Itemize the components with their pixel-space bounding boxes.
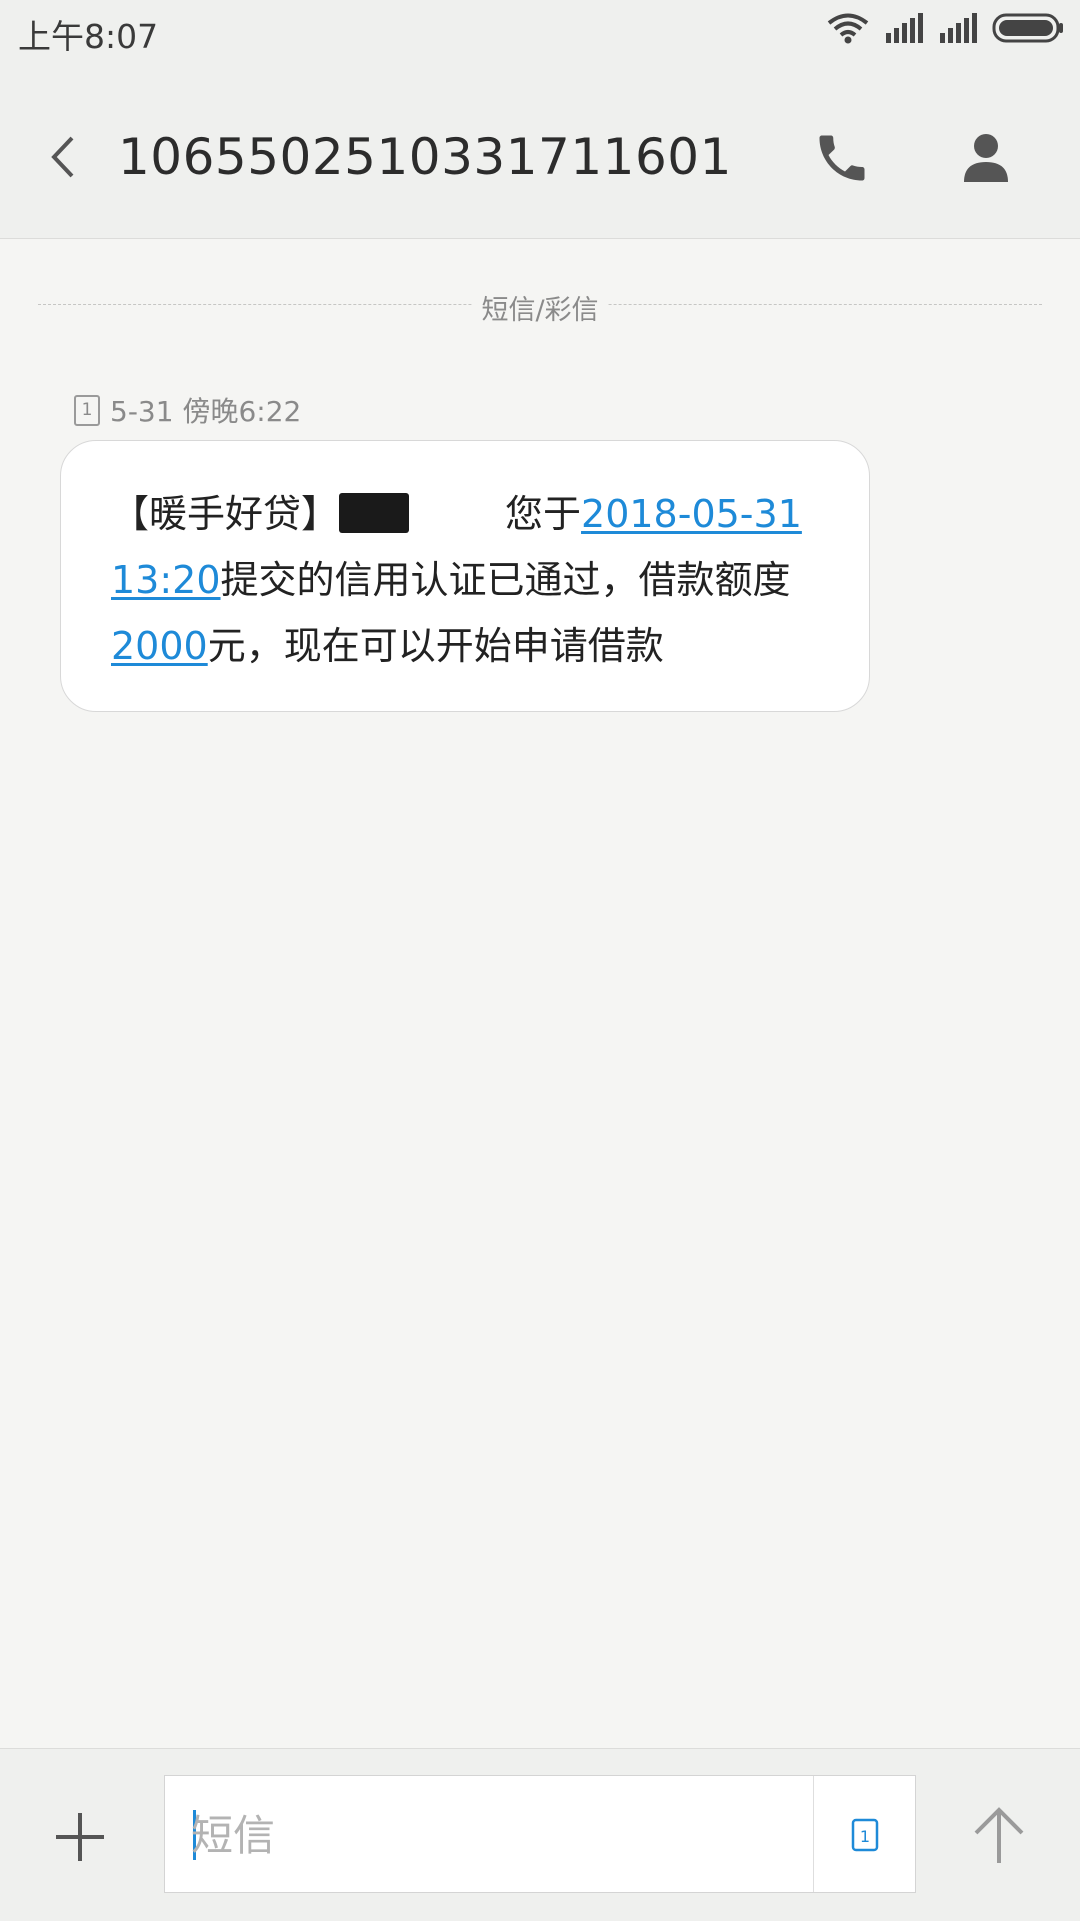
message-bubble[interactable]: 【暖手好贷】 您于2018-05-31 13:20提交的信用认证已通过，借款额度2… <box>60 440 870 712</box>
message-input-container: 1 <box>164 1775 916 1894</box>
message-meta: 1 5-31 傍晚6:22 <box>74 390 301 430</box>
conversation-title: 10655025103317116​01 <box>118 128 732 186</box>
top-bar: 上午8:07 10 <box>0 0 1080 239</box>
send-arrow-icon <box>974 1807 1024 1863</box>
sim-select-button[interactable]: 1 <box>851 1818 879 1852</box>
send-button[interactable] <box>970 1805 1028 1865</box>
message-timestamp: 5-31 傍晚6:22 <box>110 395 302 428</box>
battery-icon <box>992 13 1063 43</box>
wifi-icon <box>827 13 869 44</box>
divider-label: 短信/彩信 <box>471 288 609 327</box>
message-type-divider: 短信/彩信 <box>38 288 1042 327</box>
sender-tag: 【暖手好贷】 <box>111 492 340 536</box>
status-icons <box>826 12 1064 44</box>
sms-input[interactable] <box>189 1776 753 1894</box>
message-text: 提交的信用认证已通过，借款额度 <box>220 558 791 602</box>
contact-button[interactable] <box>956 128 1016 188</box>
attach-button[interactable] <box>54 1811 106 1863</box>
redaction-mark <box>339 493 410 533</box>
sim-card-icon: 1 <box>74 394 100 426</box>
signal-icon <box>886 13 923 43</box>
sim-card-icon: 1 <box>851 1818 879 1852</box>
back-button[interactable] <box>44 130 84 184</box>
input-separator <box>813 1776 814 1892</box>
message-text: 元，现在可以开始申请借款 <box>207 624 664 668</box>
amount-link[interactable]: 2000 <box>111 624 208 668</box>
status-time: 上午8:07 <box>18 17 159 56</box>
phone-icon <box>819 135 865 181</box>
back-arrow-icon <box>51 136 74 178</box>
signal-icon <box>940 13 977 43</box>
composer-bar: 1 <box>0 1748 1080 1921</box>
contact-icon <box>964 134 1008 182</box>
message-text: 您于 <box>505 492 582 536</box>
call-button[interactable] <box>812 128 872 188</box>
plus-icon <box>56 1813 104 1861</box>
sim-number: 1 <box>860 1827 870 1846</box>
